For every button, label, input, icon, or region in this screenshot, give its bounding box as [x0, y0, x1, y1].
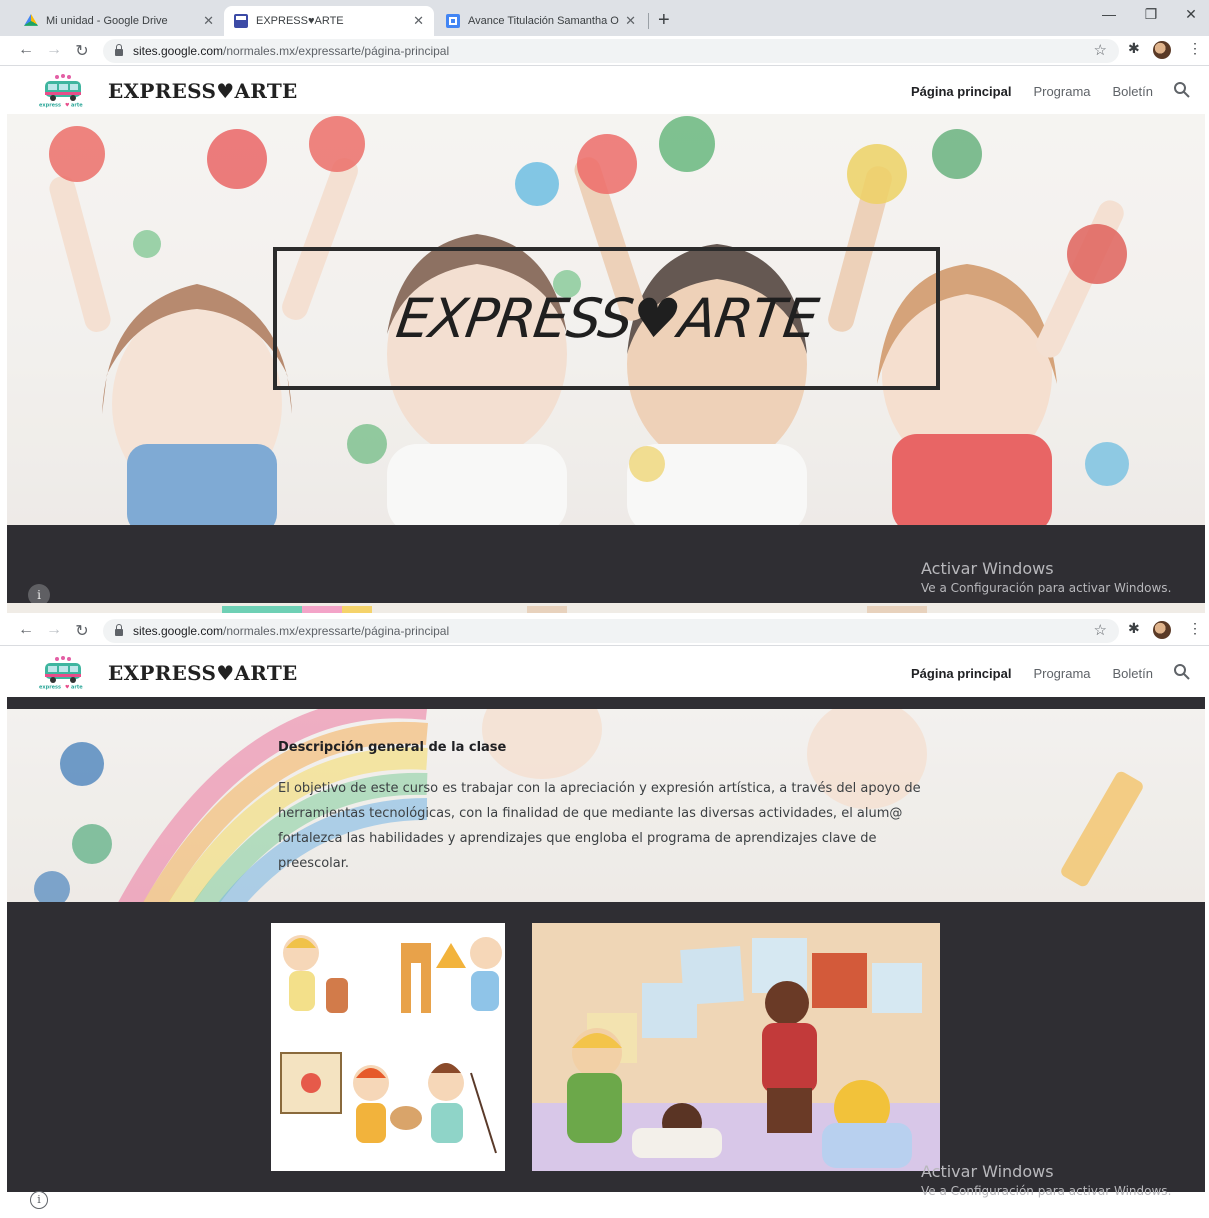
browser-toolbar: ← → ↻ sites.google.com/normales.mx/expre…	[0, 616, 1209, 646]
lock-icon	[115, 624, 123, 636]
hero-banner: EXPRESS♥ARTE	[7, 114, 1205, 525]
bookmark-star-icon[interactable]: ☆	[1094, 41, 1107, 59]
reload-icon[interactable]: ↻	[72, 621, 92, 641]
nav-pagina-principal[interactable]: Página principal	[911, 666, 1011, 681]
tab-strip: Mi unidad - Google Drive ✕ EXPRESS♥ARTE …	[0, 0, 1209, 36]
tab-google-drive[interactable]: Mi unidad - Google Drive ✕	[14, 6, 224, 36]
watermark-line1: Activar Windows	[921, 559, 1054, 578]
svg-text:♥: ♥	[65, 103, 70, 109]
svg-text:arte: arte	[71, 685, 83, 691]
google-drive-icon	[24, 14, 38, 26]
url-host: sites.google.com	[133, 44, 224, 58]
svg-text:express: express	[39, 685, 61, 691]
activate-windows-watermark: Activar Windows Ve a Configuración para …	[921, 559, 1171, 595]
site-title[interactable]: EXPRESS♥ARTE	[108, 661, 298, 685]
new-tab-plus-icon[interactable]: +	[658, 9, 670, 31]
address-bar[interactable]: sites.google.com/normales.mx/expressarte…	[103, 39, 1119, 63]
tab-expressarte[interactable]: EXPRESS♥ARTE ✕	[224, 6, 434, 36]
profile-avatar[interactable]	[1153, 41, 1171, 59]
description-title: Descripción general de la clase	[278, 740, 507, 755]
svg-text:♥: ♥	[65, 685, 70, 691]
site-nav: Página principal Programa Boletín	[911, 666, 1153, 681]
nav-programa[interactable]: Programa	[1033, 84, 1090, 99]
profile-avatar[interactable]	[1153, 621, 1171, 639]
watermark-line1: Activar Windows	[921, 1162, 1054, 1181]
description-body: El objetivo de este curso es trabajar co…	[278, 781, 921, 871]
search-icon[interactable]	[1173, 663, 1191, 681]
kids-arts-illustration[interactable]	[271, 923, 505, 1171]
forward-arrow-icon[interactable]: →	[44, 41, 64, 59]
extensions-puzzle-icon[interactable]: ✱	[1128, 620, 1140, 637]
search-icon[interactable]	[1173, 81, 1191, 99]
url-path: /normales.mx/expressarte/página-principa…	[223, 44, 450, 58]
address-bar[interactable]: sites.google.com/normales.mx/expressarte…	[103, 619, 1119, 643]
watermark-line2: Ve a Configuración para activar Windows.	[921, 581, 1172, 595]
class-description-section: Descripción general de la clase El objet…	[7, 709, 1205, 902]
nav-boletin[interactable]: Boletín	[1113, 84, 1153, 99]
svg-text:express: express	[39, 103, 61, 109]
browser-toolbar: ← → ↻ sites.google.com/normales.mx/expre…	[0, 36, 1209, 66]
back-arrow-icon[interactable]: ←	[16, 621, 36, 639]
close-window-icon[interactable]: ✕	[1176, 6, 1206, 23]
tab-avance-titulacion[interactable]: Avance Titulación Samantha Ort ✕	[436, 6, 646, 36]
tab-title: Mi unidad - Google Drive	[46, 15, 168, 27]
close-tab-icon[interactable]: ✕	[203, 13, 214, 29]
extensions-puzzle-icon[interactable]: ✱	[1128, 40, 1140, 57]
lock-icon	[115, 44, 123, 56]
more-menu-icon[interactable]: ⋮	[1188, 40, 1202, 57]
google-docs-icon	[446, 14, 460, 28]
restore-icon[interactable]: ❐	[1136, 6, 1166, 23]
reload-icon[interactable]: ↻	[72, 41, 92, 61]
forward-arrow-icon[interactable]: →	[44, 621, 64, 639]
dark-section-top	[7, 697, 1205, 709]
bookmark-star-icon[interactable]: ☆	[1094, 621, 1107, 639]
tab-separator	[648, 13, 649, 29]
expressarte-logo[interactable]: express ♥ arte	[35, 73, 91, 109]
url-path: /normales.mx/expressarte/página-principa…	[223, 624, 450, 638]
minimize-icon[interactable]: —	[1094, 6, 1124, 22]
activate-windows-watermark: Activar Windows Ve a Configuración para …	[921, 1162, 1171, 1198]
tab-title: EXPRESS♥ARTE	[256, 15, 344, 27]
site-header: express ♥ arte EXPRESS♥ARTE Página princ…	[7, 67, 1205, 115]
nav-pagina-principal[interactable]: Página principal	[911, 84, 1011, 99]
nav-programa[interactable]: Programa	[1033, 666, 1090, 681]
nav-boletin[interactable]: Boletín	[1113, 666, 1153, 681]
google-sites-icon	[234, 14, 248, 28]
info-icon[interactable]: i	[30, 1191, 48, 1209]
expressarte-logo[interactable]: express ♥ arte	[35, 655, 91, 691]
close-tab-icon[interactable]: ✕	[413, 13, 424, 29]
more-menu-icon[interactable]: ⋮	[1188, 620, 1202, 637]
hero-title: EXPRESS♥ARTE	[392, 287, 821, 350]
watermark-line2: Ve a Configuración para activar Windows.	[921, 1184, 1172, 1198]
url-host: sites.google.com	[133, 624, 224, 638]
svg-text:arte: arte	[71, 103, 83, 109]
kids-painting-wall-illustration[interactable]	[532, 923, 940, 1171]
back-arrow-icon[interactable]: ←	[16, 41, 36, 59]
rainbow-strip	[7, 603, 1205, 613]
close-tab-icon[interactable]: ✕	[625, 13, 636, 29]
tab-title: Avance Titulación Samantha Ort	[468, 15, 620, 27]
site-nav: Página principal Programa Boletín	[911, 84, 1153, 99]
site-header: express ♥ arte EXPRESS♥ARTE Página princ…	[7, 649, 1205, 697]
site-title[interactable]: EXPRESS♥ARTE	[108, 79, 298, 103]
hero-title-box: EXPRESS♥ARTE	[273, 247, 940, 390]
